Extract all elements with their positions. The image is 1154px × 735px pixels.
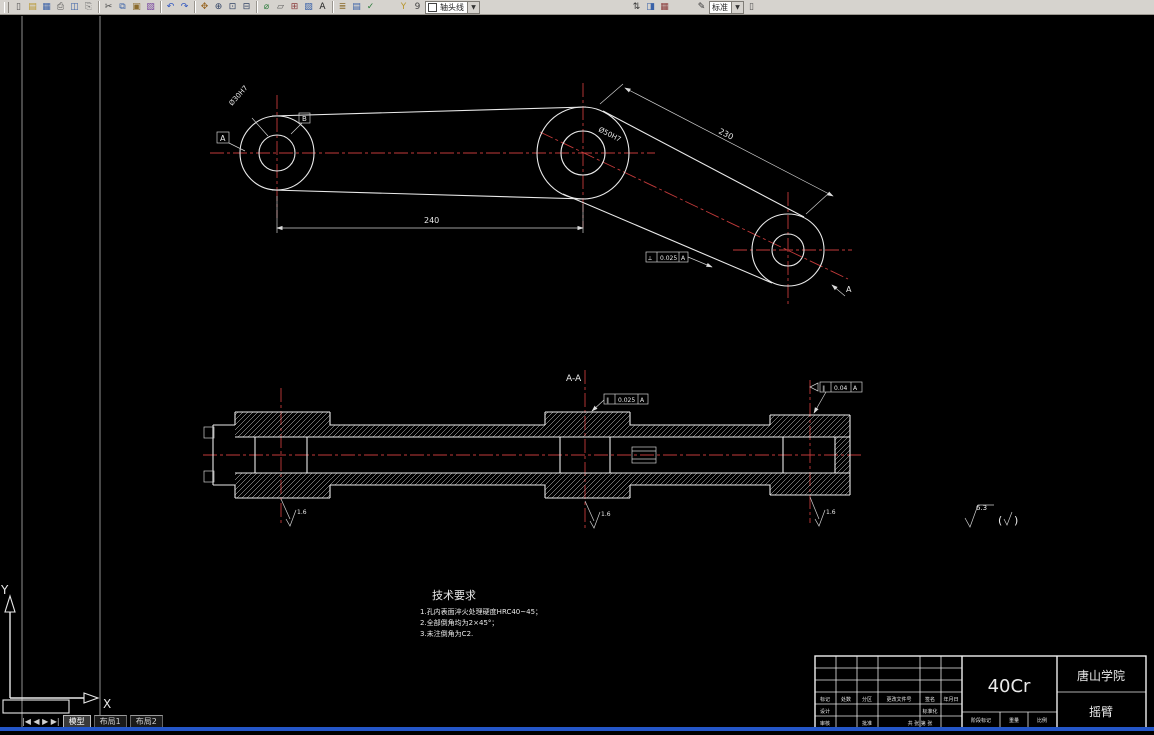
toolbar-grip[interactable] (4, 1, 9, 13)
toolbox-icon[interactable]: ▦ (658, 1, 671, 14)
style-combo[interactable]: 标准 ▼ (709, 0, 744, 14)
copy-icon[interactable]: ⧉ (116, 1, 129, 14)
svg-text:设计: 设计 (820, 708, 830, 715)
undo-icon[interactable]: ↶ (164, 1, 177, 14)
svg-text:处数: 处数 (841, 696, 851, 703)
spin-arrows-icon[interactable]: ⇅ (630, 1, 643, 14)
text-icon[interactable]: A (316, 1, 329, 14)
layer-properties-icon[interactable]: ≣ (336, 1, 349, 14)
svg-text:1.6: 1.6 (826, 509, 836, 516)
layer-states-icon[interactable]: ▤ (350, 1, 363, 14)
svg-text:年月日: 年月日 (943, 696, 958, 703)
tab-layout1[interactable]: 布局1 (93, 714, 127, 728)
match-properties-icon[interactable]: ▧ (144, 1, 157, 14)
block-icon[interactable]: ⊞ (288, 1, 301, 14)
svg-text:0.025: 0.025 (618, 397, 635, 404)
svg-text:A: A (846, 285, 852, 294)
layer-lock-icon[interactable]: 9 (411, 1, 424, 14)
svg-text:A: A (220, 134, 226, 143)
zoom-realtime-icon[interactable]: ⊕ (212, 1, 225, 14)
distance-icon[interactable]: ⌀ (260, 1, 273, 14)
drawing-area[interactable]: 240 230 Ø30H7 Ø50H7 A B ⟂ 0.025 A A A-A … (0, 0, 1154, 732)
open-icon[interactable]: ▤ (26, 1, 39, 14)
redo-icon[interactable]: ↷ (178, 1, 191, 14)
svg-text:共 张 第 张: 共 张 第 张 (908, 720, 933, 727)
svg-text:(: ( (998, 514, 1002, 527)
dim-d1-text: 240 (424, 216, 439, 225)
svg-text:): ) (1014, 514, 1018, 527)
properties-icon[interactable]: ◨ (644, 1, 657, 14)
plot-preview-icon[interactable]: ◫ (68, 1, 81, 14)
tech-req-line2: 2.全部倒角均为2×45°； (420, 618, 498, 627)
section-title: A-A (566, 374, 582, 384)
style-edit-icon[interactable]: ✎ (695, 1, 708, 14)
ucs-y-label: Y (0, 583, 9, 597)
svg-text:B: B (302, 115, 307, 123)
svg-text:标准化: 标准化 (922, 708, 937, 715)
layer-combo-value: 轴头线 (440, 2, 464, 12)
tech-req-line1: 1.孔内表面淬火处理硬度HRC40~45； (420, 607, 542, 616)
svg-text:1.6: 1.6 (297, 509, 307, 516)
svg-text:⟂: ⟂ (648, 255, 652, 262)
make-layer-current-icon[interactable]: ✓ (364, 1, 377, 14)
ucs-x-label: X (103, 697, 111, 711)
svg-text:比例: 比例 (1037, 717, 1047, 724)
style-combo-value: 标准 (712, 2, 728, 12)
hatch-icon[interactable]: ▨ (302, 1, 315, 14)
svg-text:签名: 签名 (925, 696, 935, 703)
toolbar-separator (332, 1, 333, 13)
tab-layout2[interactable]: 布局2 (129, 714, 163, 728)
zoom-window-icon[interactable]: ⊡ (226, 1, 239, 14)
svg-text:重量: 重量 (1009, 717, 1019, 724)
toolbar-separator (160, 1, 161, 13)
toolbar-separator (256, 1, 257, 13)
svg-text:分区: 分区 (862, 696, 872, 703)
svg-text:标记: 标记 (820, 696, 830, 703)
svg-text:批准: 批准 (862, 720, 872, 727)
svg-text:更改文件号: 更改文件号 (886, 696, 911, 703)
svg-text:阶段标记: 阶段标记 (971, 717, 991, 724)
svg-text:∥: ∥ (822, 385, 825, 392)
sheet-icon[interactable]: ▯ (745, 1, 758, 14)
part-name: 摇臂 (1089, 705, 1113, 719)
svg-text:审核: 审核 (820, 720, 830, 727)
toolbar-separator (194, 1, 195, 13)
layer-combo-dropdown-arrow[interactable]: ▼ (467, 1, 479, 13)
tech-req-line3: 3.未注倒角为C2. (420, 629, 473, 638)
layer-filter-icon[interactable]: Y (397, 1, 410, 14)
tab-model[interactable]: 模型 (62, 714, 91, 728)
svg-text:6.3: 6.3 (976, 504, 987, 512)
top-toolbar: ▯ ▤ ▦ ⎙ ◫ ⎘ ✂ ⧉ ▣ ▧ ↶ ↷ ✥ ⊕ ⊡ ⊟ ⌀ ▱ ⊞ ▨ A ≣ ▤ ✓ Y 9 轴头线 ▼ ⇅ ◨ ▦ ✎ 标准 ▼ ▯ (0, 0, 1154, 15)
plot-icon[interactable]: ⎙ (54, 1, 67, 14)
new-icon[interactable]: ▯ (12, 1, 25, 14)
save-icon[interactable]: ▦ (40, 1, 53, 14)
svg-text:0.025: 0.025 (660, 255, 677, 262)
pan-icon[interactable]: ✥ (198, 1, 211, 14)
toolbar-separator (98, 1, 99, 13)
svg-text:1.6: 1.6 (601, 511, 611, 518)
material-label: 40Cr (988, 676, 1031, 697)
zoom-previous-icon[interactable]: ⊟ (240, 1, 253, 14)
tech-req-title: 技术要求 (432, 589, 476, 602)
svg-text:0.04: 0.04 (834, 385, 848, 392)
region-icon[interactable]: ▱ (274, 1, 287, 14)
style-combo-dropdown-arrow[interactable]: ▼ (731, 1, 743, 13)
layer-color-swatch (428, 2, 437, 12)
taskbar-edge (0, 727, 1154, 731)
tab-nav-buttons[interactable]: |◀ ◀ ▶ ▶| (22, 717, 60, 726)
layer-combo[interactable]: 轴头线 ▼ (425, 0, 480, 14)
cad-canvas[interactable]: 240 230 Ø30H7 Ø50H7 A B ⟂ 0.025 A A A-A … (0, 0, 1154, 732)
paste-icon[interactable]: ▣ (130, 1, 143, 14)
cut-icon[interactable]: ✂ (102, 1, 115, 14)
svg-text:∥: ∥ (606, 397, 609, 404)
school-name: 唐山学院 (1077, 668, 1125, 683)
publish-icon[interactable]: ⎘ (82, 1, 95, 14)
layout-tab-bar: |◀ ◀ ▶ ▶| 模型 布局1 布局2 (22, 714, 163, 728)
